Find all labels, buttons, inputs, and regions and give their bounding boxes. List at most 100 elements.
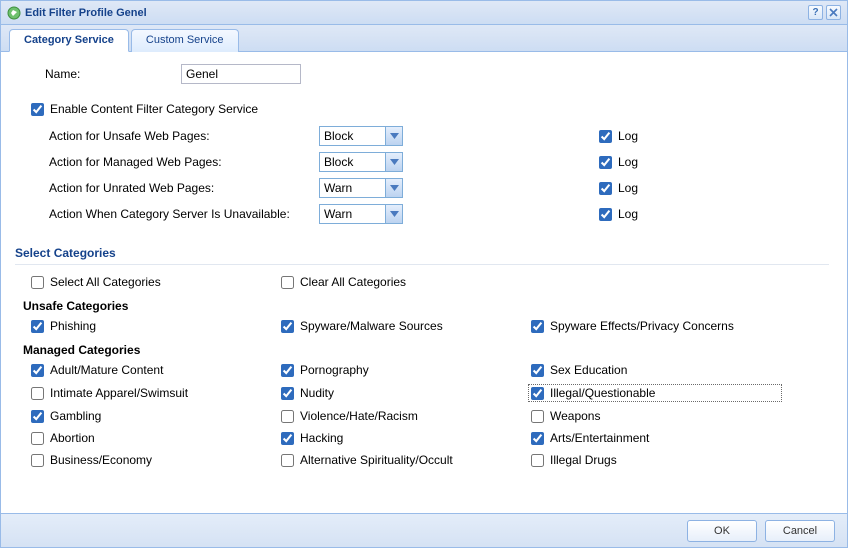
managed-category-checkbox[interactable] [531, 410, 544, 423]
log-checkbox[interactable] [599, 182, 612, 195]
action-combo[interactable] [319, 204, 403, 224]
managed-category-label: Abortion [50, 431, 95, 445]
managed-category-item[interactable]: Adult/Mature Content [31, 363, 281, 377]
clear-all-checkbox[interactable] [281, 276, 294, 289]
managed-category-label: Arts/Entertainment [550, 431, 649, 445]
unsafe-category-label: Spyware Effects/Privacy Concerns [550, 319, 734, 333]
section-divider [15, 264, 829, 265]
chevron-down-icon[interactable] [385, 153, 402, 171]
tab-custom-service[interactable]: Custom Service [131, 29, 239, 52]
managed-category-label: Nudity [300, 386, 334, 400]
action-combo-input[interactable] [320, 127, 385, 145]
ok-button[interactable]: OK [687, 520, 757, 542]
tab-label: Category Service [24, 34, 114, 46]
managed-category-item[interactable]: Weapons [531, 409, 781, 423]
managed-category-checkbox[interactable] [281, 432, 294, 445]
chevron-down-icon[interactable] [385, 127, 402, 145]
managed-category-item[interactable]: Gambling [31, 409, 281, 423]
managed-category-checkbox[interactable] [531, 387, 544, 400]
log-checkbox[interactable] [599, 208, 612, 221]
log-checkbox[interactable] [599, 130, 612, 143]
window-title: Edit Filter Profile Genel [25, 7, 147, 19]
unsafe-category-checkbox[interactable] [31, 320, 44, 333]
managed-category-checkbox[interactable] [31, 432, 44, 445]
log-checkbox[interactable] [599, 156, 612, 169]
tab-category-service[interactable]: Category Service [9, 29, 129, 52]
unsafe-category-checkbox[interactable] [281, 320, 294, 333]
managed-category-checkbox[interactable] [31, 454, 44, 467]
unsafe-category-item[interactable]: Spyware Effects/Privacy Concerns [531, 319, 781, 333]
unsafe-category-label: Spyware/Malware Sources [300, 319, 443, 333]
name-label: Name: [31, 67, 181, 81]
clear-all-label: Clear All Categories [300, 275, 406, 289]
managed-category-checkbox[interactable] [31, 387, 44, 400]
window-edit-icon [7, 6, 21, 20]
action-combo[interactable] [319, 152, 403, 172]
managed-category-item[interactable]: Hacking [281, 431, 531, 445]
tabstrip: Category Service Custom Service [1, 25, 847, 52]
action-row: Action for Managed Web Pages:Log [49, 152, 829, 172]
managed-category-item[interactable]: Violence/Hate/Racism [281, 409, 531, 423]
content-scroller[interactable]: Name: Enable Content Filter Category Ser… [1, 52, 847, 513]
cancel-button[interactable]: Cancel [765, 520, 835, 542]
managed-category-item[interactable]: Sex Education [531, 363, 781, 377]
managed-category-label: Violence/Hate/Racism [300, 409, 418, 423]
titlebar: Edit Filter Profile Genel ? [1, 1, 847, 25]
chevron-down-icon[interactable] [385, 205, 402, 223]
help-button[interactable]: ? [808, 5, 823, 20]
managed-category-item[interactable]: Illegal Drugs [531, 453, 781, 467]
managed-category-item[interactable]: Business/Economy [31, 453, 281, 467]
managed-category-label: Illegal/Questionable [550, 386, 655, 400]
unsafe-categories-title: Unsafe Categories [23, 299, 829, 313]
close-button[interactable] [826, 5, 841, 20]
enable-filter-label: Enable Content Filter Category Service [50, 102, 258, 116]
unsafe-category-item[interactable]: Spyware/Malware Sources [281, 319, 531, 333]
managed-category-item[interactable]: Nudity [281, 385, 531, 401]
action-combo-input[interactable] [320, 205, 385, 223]
action-label: Action When Category Server Is Unavailab… [49, 207, 319, 221]
managed-category-checkbox[interactable] [531, 432, 544, 445]
edit-filter-profile-window: Edit Filter Profile Genel ? Category Ser… [0, 0, 848, 548]
action-row: Action for Unsafe Web Pages:Log [49, 126, 829, 146]
name-input[interactable] [181, 64, 301, 84]
unsafe-category-item[interactable]: Phishing [31, 319, 281, 333]
managed-category-item[interactable]: Pornography [281, 363, 531, 377]
managed-category-checkbox[interactable] [31, 410, 44, 423]
managed-category-item[interactable]: Abortion [31, 431, 281, 445]
action-combo-input[interactable] [320, 179, 385, 197]
action-label: Action for Unsafe Web Pages: [49, 129, 319, 143]
unsafe-category-checkbox[interactable] [531, 320, 544, 333]
enable-filter-checkbox[interactable] [31, 103, 44, 116]
managed-category-checkbox[interactable] [531, 454, 544, 467]
action-combo[interactable] [319, 178, 403, 198]
action-combo-input[interactable] [320, 153, 385, 171]
log-label: Log [618, 181, 638, 195]
chevron-down-icon[interactable] [385, 179, 402, 197]
managed-category-item[interactable]: Alternative Spirituality/Occult [281, 453, 531, 467]
managed-category-label: Business/Economy [50, 453, 152, 467]
enable-row: Enable Content Filter Category Service [31, 102, 829, 116]
managed-category-checkbox[interactable] [281, 454, 294, 467]
action-combo[interactable] [319, 126, 403, 146]
managed-category-label: Intimate Apparel/Swimsuit [50, 386, 188, 400]
action-label: Action for Unrated Web Pages: [49, 181, 319, 195]
log-label: Log [618, 155, 638, 169]
managed-category-checkbox[interactable] [281, 410, 294, 423]
managed-category-label: Sex Education [550, 363, 627, 377]
managed-category-item[interactable]: Intimate Apparel/Swimsuit [31, 385, 281, 401]
managed-category-label: Pornography [300, 363, 369, 377]
unsafe-category-label: Phishing [50, 319, 96, 333]
managed-category-label: Alternative Spirituality/Occult [300, 453, 453, 467]
managed-category-checkbox[interactable] [31, 364, 44, 377]
select-all-checkbox[interactable] [31, 276, 44, 289]
managed-category-item[interactable]: Illegal/Questionable [529, 385, 781, 401]
action-row: Action for Unrated Web Pages: Log [49, 178, 829, 198]
name-row: Name: [31, 64, 829, 84]
managed-category-checkbox[interactable] [531, 364, 544, 377]
managed-category-item[interactable]: Arts/Entertainment [531, 431, 781, 445]
managed-category-checkbox[interactable] [281, 364, 294, 377]
ok-button-label: OK [714, 525, 730, 537]
select-categories-title: Select Categories [15, 246, 829, 260]
managed-category-checkbox[interactable] [281, 387, 294, 400]
footer: OK Cancel [1, 513, 847, 547]
